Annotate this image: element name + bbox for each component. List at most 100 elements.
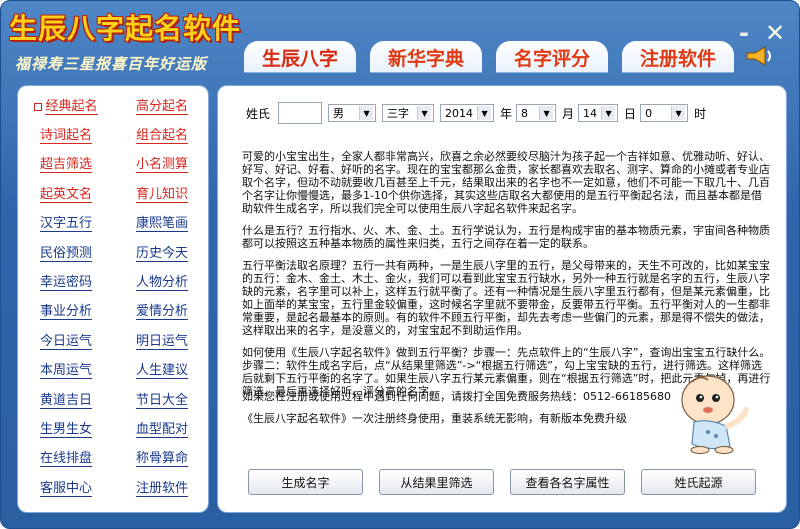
tab-dictionary[interactable]: 新华字典 bbox=[370, 41, 482, 73]
view-name-attributes-button[interactable]: 查看各名字属性 bbox=[510, 469, 625, 495]
sidebar-item[interactable]: 明日运气 bbox=[114, 327, 210, 356]
sidebar-item-label: 节日大全 bbox=[135, 392, 188, 409]
sidebar-item-label: 生男生女 bbox=[39, 421, 92, 438]
sidebar-item[interactable]: 育儿知识 bbox=[114, 180, 210, 209]
sidebar-item[interactable]: 生男生女 bbox=[18, 415, 114, 444]
sidebar-item-label: 民俗预测 bbox=[39, 245, 92, 262]
sidebar-item[interactable]: 血型配对 bbox=[114, 415, 210, 444]
article-paragraph: 五行平衡法取名原理？五行一共有两种，一是生辰八字里的五行，是父母带来的，天生不可… bbox=[242, 259, 770, 337]
sidebar-item[interactable]: 注册软件 bbox=[114, 474, 210, 503]
sidebar-item[interactable]: 超吉筛选 bbox=[18, 151, 114, 180]
sidebar-item[interactable]: 民俗预测 bbox=[18, 239, 114, 268]
day-unit: 日 bbox=[624, 106, 637, 121]
surname-label: 姓氏 bbox=[246, 106, 271, 121]
sidebar-item[interactable]: 汉字五行 bbox=[18, 210, 114, 239]
surname-input[interactable] bbox=[278, 102, 323, 124]
bullet-icon bbox=[34, 102, 43, 111]
tab-bar: 生辰八字 新华字典 名字评分 注册软件 bbox=[244, 41, 734, 73]
article-paragraph: 什么是五行？五行指水、火、木、金、土。五行学说认为，五行是构成宇宙的基本物质元素… bbox=[242, 224, 770, 250]
sidebar-item[interactable]: 本周运气 bbox=[18, 357, 114, 386]
hotline-text: 如果您在注册或使用过程中遇到任何问题，请拨打全国免费服务热线：0512-6618… bbox=[242, 390, 671, 403]
hour-value: 0 bbox=[645, 106, 653, 120]
chevron-down-icon: ▼ bbox=[417, 106, 432, 120]
sidebar-item[interactable]: 爱情分析 bbox=[114, 298, 210, 327]
sidebar-item-label: 起英文名 bbox=[39, 186, 92, 203]
sidebar-item-label: 今日运气 bbox=[39, 333, 92, 350]
sidebar-item-label: 高分起名 bbox=[135, 98, 188, 115]
close-button[interactable]: ✕ bbox=[765, 19, 785, 47]
app-window: 生辰八字起名软件 福禄寿三星报喜百年好运版 - ✕ 生辰八字 新华字典 名字评分… bbox=[0, 0, 800, 529]
chevron-down-icon: ▼ bbox=[539, 106, 554, 120]
sidebar-item[interactable]: 黄道吉日 bbox=[18, 386, 114, 415]
sidebar-item-label: 本周运气 bbox=[39, 363, 92, 380]
name-length-select[interactable]: 三字 ▼ bbox=[382, 104, 435, 122]
sidebar-item[interactable]: 称骨算命 bbox=[114, 445, 210, 474]
app-subtitle: 福禄寿三星报喜百年好运版 bbox=[15, 55, 208, 73]
generate-names-button[interactable]: 生成名字 bbox=[248, 469, 363, 495]
filter-results-button[interactable]: 从结果里筛选 bbox=[379, 469, 494, 495]
chevron-down-icon: ▼ bbox=[671, 106, 686, 120]
sidebar-item-label: 注册软件 bbox=[135, 480, 188, 497]
name-length-value: 三字 bbox=[387, 107, 410, 120]
speaker-icon bbox=[746, 46, 771, 66]
birth-form: 姓氏 男 ▼ 三字 ▼ 2014 ▼ 年 8 ▼ 月 14 ▼ 日 0 ▼ 时 bbox=[242, 102, 710, 124]
sidebar-item-label: 诗词起名 bbox=[39, 128, 92, 145]
day-select[interactable]: 14 ▼ bbox=[578, 104, 619, 122]
sidebar-item[interactable]: 康熙笔画 bbox=[114, 210, 210, 239]
sidebar-item-label: 育儿知识 bbox=[135, 186, 188, 203]
sidebar-item-label: 经典起名 bbox=[45, 98, 98, 115]
main-panel: 姓氏 男 ▼ 三字 ▼ 2014 ▼ 年 8 ▼ 月 14 ▼ 日 0 ▼ 时 可爱的小宝宝… bbox=[217, 85, 787, 513]
surname-origin-button[interactable]: 姓氏起源 bbox=[641, 469, 756, 495]
sidebar-item-label: 超吉筛选 bbox=[39, 157, 92, 174]
sidebar-item-label: 康熙笔画 bbox=[135, 216, 188, 233]
intro-article: 可爱的小宝宝出生，全家人都非常高兴，欣喜之余必然要绞尽脑汁为孩子起一个吉祥如意、… bbox=[242, 150, 772, 407]
day-value: 14 bbox=[583, 106, 598, 120]
sidebar-item-label: 事业分析 bbox=[39, 304, 92, 321]
chevron-down-icon: ▼ bbox=[477, 106, 492, 120]
sidebar-item[interactable]: 历史今天 bbox=[114, 239, 210, 268]
sidebar-grid: 经典起名 高分起名诗词起名 组合起名超吉筛选 小名测算起英文名 育儿知识汉字五行 康熙笔画… bbox=[18, 92, 208, 503]
year-select[interactable]: 2014 ▼ bbox=[440, 104, 495, 122]
month-value: 8 bbox=[521, 106, 529, 120]
sidebar-item-label: 在线排盘 bbox=[39, 451, 92, 468]
sidebar-item-label: 人生建议 bbox=[135, 363, 188, 380]
sidebar-item[interactable]: 人生建议 bbox=[114, 357, 210, 386]
sidebar-item-label: 人物分析 bbox=[135, 275, 188, 292]
gender-value: 男 bbox=[333, 107, 345, 120]
sidebar-item[interactable]: 人物分析 bbox=[114, 268, 210, 297]
action-buttons: 生成名字 从结果里筛选 查看各名字属性 姓氏起源 bbox=[248, 469, 756, 495]
sidebar-item-label: 汉字五行 bbox=[39, 216, 92, 233]
sidebar-item[interactable]: 经典起名 bbox=[18, 92, 114, 121]
sidebar-item[interactable]: 今日运气 bbox=[18, 327, 114, 356]
sidebar-item[interactable]: 节日大全 bbox=[114, 386, 210, 415]
sidebar-item[interactable]: 幸运密码 bbox=[18, 268, 114, 297]
hour-select[interactable]: 0 ▼ bbox=[640, 104, 689, 122]
sidebar-item[interactable]: 小名测算 bbox=[114, 151, 210, 180]
sidebar-item[interactable]: 在线排盘 bbox=[18, 445, 114, 474]
article-paragraph: 可爱的小宝宝出生，全家人都非常高兴，欣喜之余必然要绞尽脑汁为孩子起一个吉祥如意、… bbox=[242, 150, 770, 215]
baby-mascot-icon bbox=[681, 375, 749, 454]
chevron-down-icon: ▼ bbox=[601, 106, 616, 120]
sidebar: 经典起名 高分起名诗词起名 组合起名超吉筛选 小名测算起英文名 育儿知识汉字五行 康熙笔画… bbox=[17, 85, 209, 513]
sidebar-item-label: 小名测算 bbox=[135, 157, 188, 174]
app-title: 生辰八字起名软件 bbox=[9, 12, 242, 45]
sidebar-item-label: 幸运密码 bbox=[39, 275, 92, 292]
sidebar-item-label: 黄道吉日 bbox=[39, 392, 92, 409]
gender-select[interactable]: 男 ▼ bbox=[328, 104, 377, 122]
year-unit: 年 bbox=[500, 106, 513, 121]
sidebar-item[interactable]: 起英文名 bbox=[18, 180, 114, 209]
tab-register[interactable]: 注册软件 bbox=[622, 41, 734, 73]
sidebar-item[interactable]: 事业分析 bbox=[18, 298, 114, 327]
sidebar-item[interactable]: 诗词起名 bbox=[18, 121, 114, 150]
sidebar-item[interactable]: 高分起名 bbox=[114, 92, 210, 121]
sidebar-item[interactable]: 客服中心 bbox=[18, 474, 114, 503]
month-select[interactable]: 8 ▼ bbox=[516, 104, 557, 122]
minimize-button[interactable]: - bbox=[739, 19, 749, 47]
sidebar-item-label: 称骨算命 bbox=[135, 451, 188, 468]
chevron-down-icon: ▼ bbox=[359, 106, 374, 120]
year-value: 2014 bbox=[445, 106, 474, 120]
tab-name-score[interactable]: 名字评分 bbox=[496, 41, 608, 73]
sidebar-item[interactable]: 组合起名 bbox=[114, 121, 210, 150]
month-unit: 月 bbox=[562, 106, 575, 121]
tab-bazi[interactable]: 生辰八字 bbox=[244, 41, 356, 73]
